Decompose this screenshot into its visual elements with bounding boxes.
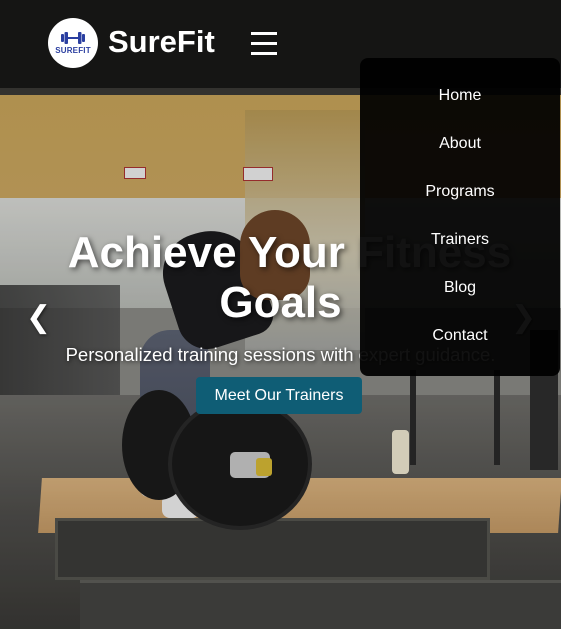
logo-text: SUREFIT (55, 46, 91, 55)
nav-item-home[interactable]: Home (360, 84, 560, 108)
brand-name[interactable]: SureFit (108, 24, 215, 60)
chevron-left-icon[interactable]: ❮ (26, 300, 51, 335)
nav-item-contact[interactable]: Contact (360, 324, 560, 348)
nav-item-about[interactable]: About (360, 132, 560, 156)
nav-item-programs[interactable]: Programs (360, 180, 560, 204)
nav-item-blog[interactable]: Blog (360, 276, 560, 300)
brand-logo[interactable]: SUREFIT (48, 18, 98, 68)
hamburger-menu-icon[interactable] (251, 30, 277, 56)
nav-item-trainers[interactable]: Trainers (360, 228, 560, 252)
dumbbell-icon (61, 32, 85, 44)
meet-trainers-button[interactable]: Meet Our Trainers (196, 377, 362, 414)
nav-dropdown-menu: Home About Programs Trainers Blog Contac… (360, 58, 560, 376)
